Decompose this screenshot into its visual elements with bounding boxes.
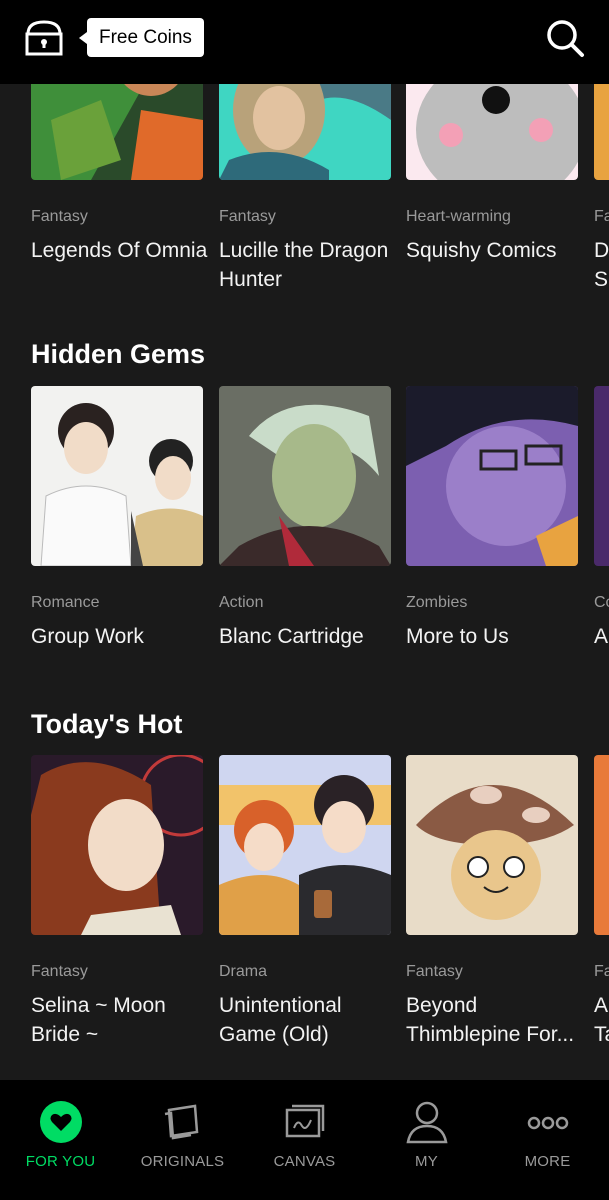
series-genre: Romance (31, 594, 100, 611)
series-thumbnail (219, 386, 391, 566)
series-card-blanc-cartridge[interactable]: Action Blanc Cartridge (219, 386, 391, 648)
series-thumbnail (406, 755, 578, 935)
series-title: Blanc Cartridge (219, 625, 364, 648)
bottom-navigation: FOR YOU ORIGINALS CANVAS MY MORE (0, 1080, 609, 1200)
nav-label: FOR YOU (25, 1153, 96, 1170)
series-card-selina-moon-bride[interactable]: Fantasy Selina ~ Moon Bride ~ (31, 755, 203, 1046)
series-card-partial[interactable]: Co A (594, 386, 609, 648)
originals-pages-icon (161, 1100, 205, 1144)
nav-canvas[interactable]: CANVAS (244, 1080, 365, 1200)
canvas-frame-icon (283, 1100, 327, 1144)
series-thumbnail (406, 386, 578, 566)
series-title: More to Us (406, 625, 509, 648)
series-genre: Fa (594, 963, 609, 980)
search-icon[interactable] (545, 18, 585, 58)
series-thumbnail (594, 386, 609, 566)
nav-more[interactable]: MORE (487, 1080, 608, 1200)
person-icon (405, 1100, 449, 1144)
series-title: Selina ~ Moon Bride ~ (31, 994, 166, 1046)
more-dots-icon (526, 1100, 570, 1144)
series-thumbnail (31, 386, 203, 566)
series-card-partial[interactable]: Fa D Su (594, 84, 609, 291)
top-series-row[interactable]: Fantasy Legends Of Omnia Fantasy Lucille… (0, 84, 609, 291)
free-coins-label: Free Coins (99, 26, 192, 48)
free-coins-button[interactable]: Free Coins (79, 18, 204, 57)
series-card-lucille[interactable]: Fantasy Lucille the Dragon Hunter (219, 84, 391, 291)
nav-label: ORIGINALS (140, 1153, 225, 1170)
nav-label: CANVAS (273, 1153, 336, 1170)
todays-hot-row[interactable]: Fantasy Selina ~ Moon Bride ~ Drama Unin… (0, 755, 609, 1046)
series-title: Group Work (31, 625, 144, 648)
nav-originals[interactable]: ORIGINALS (122, 1080, 243, 1200)
series-genre: Fantasy (219, 208, 276, 225)
series-thumbnail (594, 755, 609, 935)
series-card-partial[interactable]: Fa A Ta (594, 755, 609, 1046)
series-genre: Fantasy (31, 208, 88, 225)
series-thumbnail (219, 755, 391, 935)
series-title: Unintentional Game (Old) (219, 994, 342, 1046)
series-title: Lucille the Dragon Hunter (219, 239, 389, 291)
series-card-unintentional-game[interactable]: Drama Unintentional Game (Old) (219, 755, 391, 1046)
series-genre: Heart-warming (406, 208, 511, 225)
nav-label: MORE (524, 1153, 571, 1170)
series-title: Beyond Thimblepine For... (406, 994, 575, 1046)
series-card-beyond-thimblepine[interactable]: Fantasy Beyond Thimblepine For... (406, 755, 578, 1046)
section-heading-todays-hot: Today's Hot (31, 709, 183, 739)
series-thumbnail (219, 84, 391, 180)
series-genre: Zombies (406, 594, 468, 611)
nav-label: MY (415, 1153, 438, 1170)
series-genre: Fa (594, 208, 609, 225)
section-heading-hidden-gems: Hidden Gems (31, 339, 206, 369)
series-genre: Action (219, 594, 264, 611)
nav-my[interactable]: MY (366, 1080, 487, 1200)
series-title: A Ta (594, 994, 609, 1046)
series-genre: Fantasy (406, 963, 463, 980)
series-genre: Drama (219, 963, 268, 980)
series-thumbnail (594, 84, 609, 180)
series-title: Legends Of Omnia (31, 239, 208, 262)
top-bar: Free Coins (0, 0, 609, 84)
series-genre: Co (594, 594, 609, 611)
series-title: A (594, 625, 609, 648)
treasure-chest-icon[interactable] (24, 18, 64, 58)
series-card-squishy-comics[interactable]: Heart-warming Squishy Comics (406, 84, 578, 262)
series-genre: Fantasy (31, 963, 88, 980)
hidden-gems-row[interactable]: Romance Group Work Action Blanc Cartridg… (0, 386, 609, 666)
series-title: Squishy Comics (406, 239, 557, 262)
series-thumbnail (31, 84, 203, 180)
nav-for-you[interactable]: FOR YOU (0, 1080, 121, 1200)
series-title: D Su (594, 239, 609, 291)
series-card-legends-of-omnia[interactable]: Fantasy Legends Of Omnia (31, 84, 207, 262)
series-card-more-to-us[interactable]: Zombies More to Us (406, 386, 578, 648)
series-card-group-work[interactable]: Romance Group Work (31, 386, 203, 648)
series-thumbnail (31, 755, 203, 935)
heart-icon (39, 1100, 83, 1144)
feed-scroll[interactable]: Fantasy Legends Of Omnia Fantasy Lucille… (0, 84, 609, 1080)
series-thumbnail (406, 84, 578, 180)
